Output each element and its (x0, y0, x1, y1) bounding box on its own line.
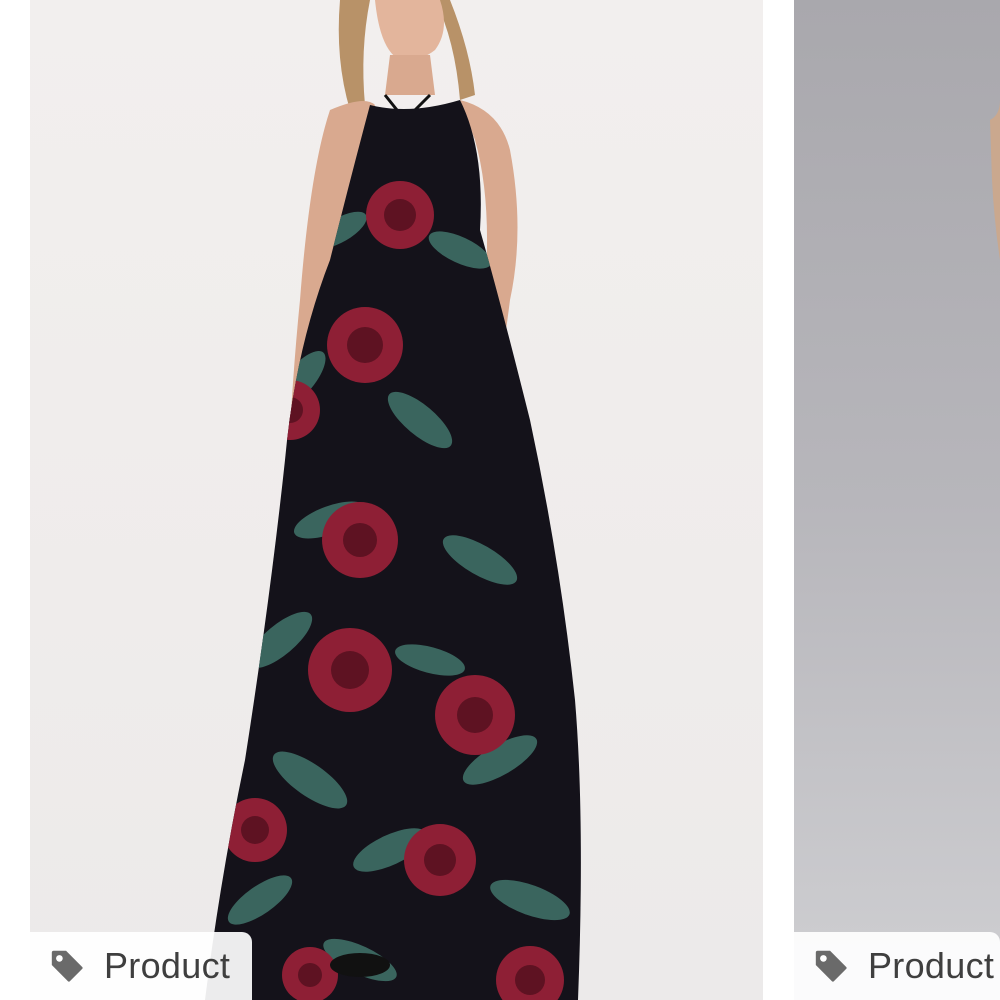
price-tag-icon (51, 950, 83, 982)
product-tag-label: Product (868, 945, 995, 986)
floral-dress (205, 100, 581, 1000)
product-photo-partial[interactable] (794, 0, 1000, 1000)
hair-left (338, 0, 370, 110)
product-tag-label: Product (104, 945, 231, 986)
partial-arm (990, 100, 1000, 260)
price-tag-icon (815, 950, 847, 982)
product-photo-dress[interactable] (30, 0, 763, 1000)
product-tag-chip[interactable]: Product (30, 932, 252, 1000)
product-tag-chip[interactable]: Product (794, 932, 1000, 1000)
product-card-2[interactable]: Product (794, 0, 1000, 1000)
product-card-1[interactable]: Product (30, 0, 763, 1000)
